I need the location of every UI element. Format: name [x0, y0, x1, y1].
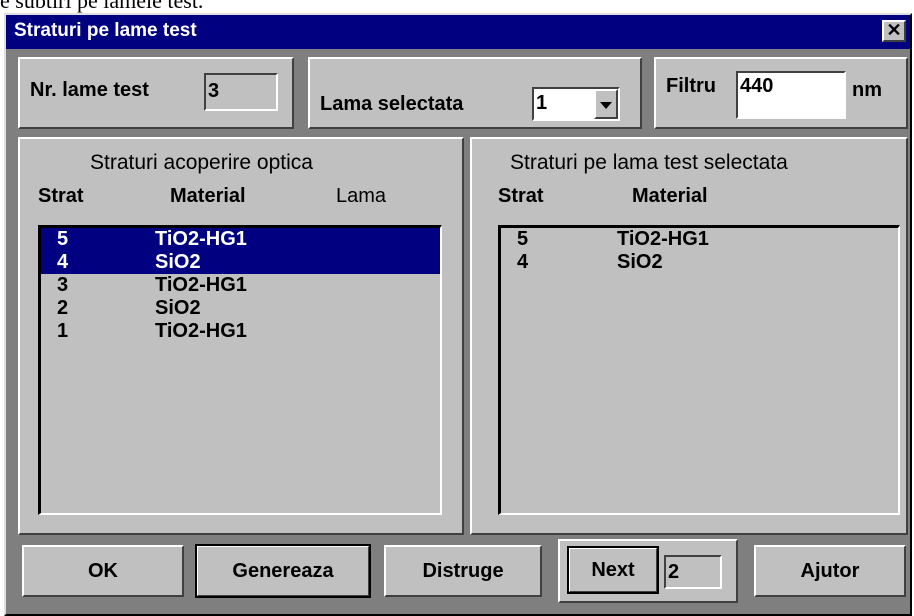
list-item[interactable]: 5 TiO2-HG1	[501, 228, 898, 251]
dropdown-arrow-icon[interactable]	[594, 89, 618, 119]
close-icon: ✕	[886, 20, 902, 40]
list-item[interactable]: 5 TiO2-HG1	[41, 228, 440, 251]
right-panel: Straturi pe lama test selectata Strat Ma…	[470, 137, 908, 535]
right-layer-list[interactable]: 5 TiO2-HG1 4 SiO2	[498, 225, 900, 515]
ok-button[interactable]: OK	[22, 545, 184, 597]
left-col-strat: Strat	[38, 185, 84, 207]
filtru-input[interactable]: 440	[736, 71, 846, 119]
list-item[interactable]: 4 SiO2	[41, 251, 440, 274]
nr-lame-group: Nr. lame test 3	[18, 57, 294, 129]
filtru-label: Filtru	[666, 75, 716, 97]
ajutor-button[interactable]: Ajutor	[754, 545, 906, 597]
left-panel: Straturi acoperire optica Strat Material…	[18, 137, 464, 535]
left-col-lama: Lama	[336, 185, 387, 207]
right-col-material: Material	[632, 185, 708, 207]
genereaza-button[interactable]: Genereaza	[195, 544, 371, 598]
left-layer-list[interactable]: 5 TiO2-HG1 4 SiO2 3 TiO2-HG1 2 SiO2 1 Ti…	[38, 225, 442, 515]
list-item[interactable]: 4 SiO2	[501, 251, 898, 274]
lama-selectata-label: Lama selectata	[320, 93, 464, 115]
distruge-button[interactable]: Distruge	[384, 545, 542, 597]
document-text: e subtiri pe lamele test.	[0, 0, 204, 13]
filtru-unit: nm	[852, 79, 882, 101]
dialog-window: Straturi pe lame test ✕ Nr. lame test 3 …	[4, 13, 912, 616]
window-title: Straturi pe lame test	[14, 20, 197, 41]
lama-selectata-group: Lama selectata 1	[308, 57, 642, 129]
lama-selectata-value: 1	[536, 92, 548, 114]
left-col-material: Material	[170, 185, 246, 207]
title-bar[interactable]: Straturi pe lame test ✕	[6, 15, 910, 49]
list-item[interactable]: 1 TiO2-HG1	[41, 320, 440, 343]
right-col-strat: Strat	[498, 185, 544, 207]
list-item[interactable]: 3 TiO2-HG1	[41, 274, 440, 297]
next-group: Next 2	[558, 539, 738, 603]
nr-lame-input[interactable]: 3	[204, 73, 278, 111]
next-button[interactable]: Next	[567, 546, 659, 594]
nr-lame-label: Nr. lame test	[30, 79, 149, 101]
right-panel-title: Straturi pe lama test selectata	[510, 151, 788, 174]
close-button[interactable]: ✕	[882, 20, 906, 42]
left-panel-title: Straturi acoperire optica	[90, 151, 313, 174]
next-value-input[interactable]: 2	[664, 555, 722, 589]
lama-selectata-select[interactable]: 1	[532, 87, 620, 121]
list-item[interactable]: 2 SiO2	[41, 297, 440, 320]
filtru-group: Filtru 440 nm	[654, 57, 908, 129]
